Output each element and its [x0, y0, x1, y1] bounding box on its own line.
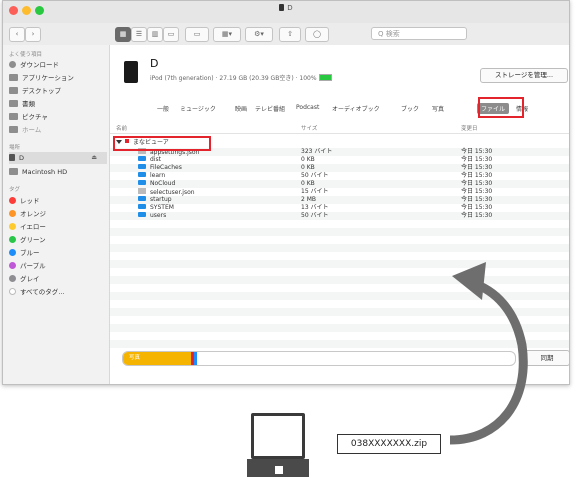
computer-slot-icon	[275, 466, 283, 474]
curved-arrow-icon	[449, 262, 528, 445]
computer-icon	[251, 413, 305, 459]
zip-file-label: 038XXXXXXX.zip	[337, 434, 441, 454]
